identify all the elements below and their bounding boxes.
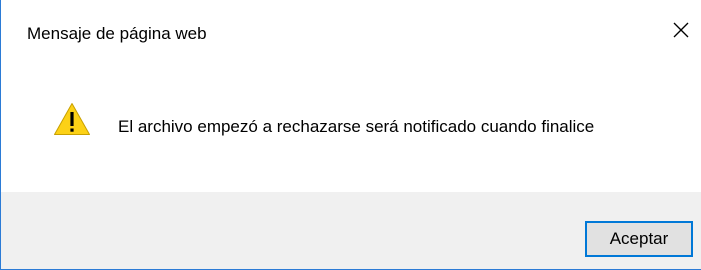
close-button[interactable] [661,10,701,50]
message-dialog: Mensaje de página web El archivo empezó … [0,0,701,270]
dialog-content: El archivo empezó a rechazarse será noti… [1,68,701,192]
dialog-title: Mensaje de página web [27,24,207,43]
dialog-message: El archivo empezó a rechazarse será noti… [118,117,595,136]
dialog-titlebar[interactable]: Mensaje de página web [1,0,701,68]
close-icon [673,22,689,38]
warning-icon [54,103,90,135]
accept-button[interactable]: Aceptar [585,221,693,257]
dialog-footer: Aceptar [1,192,701,269]
